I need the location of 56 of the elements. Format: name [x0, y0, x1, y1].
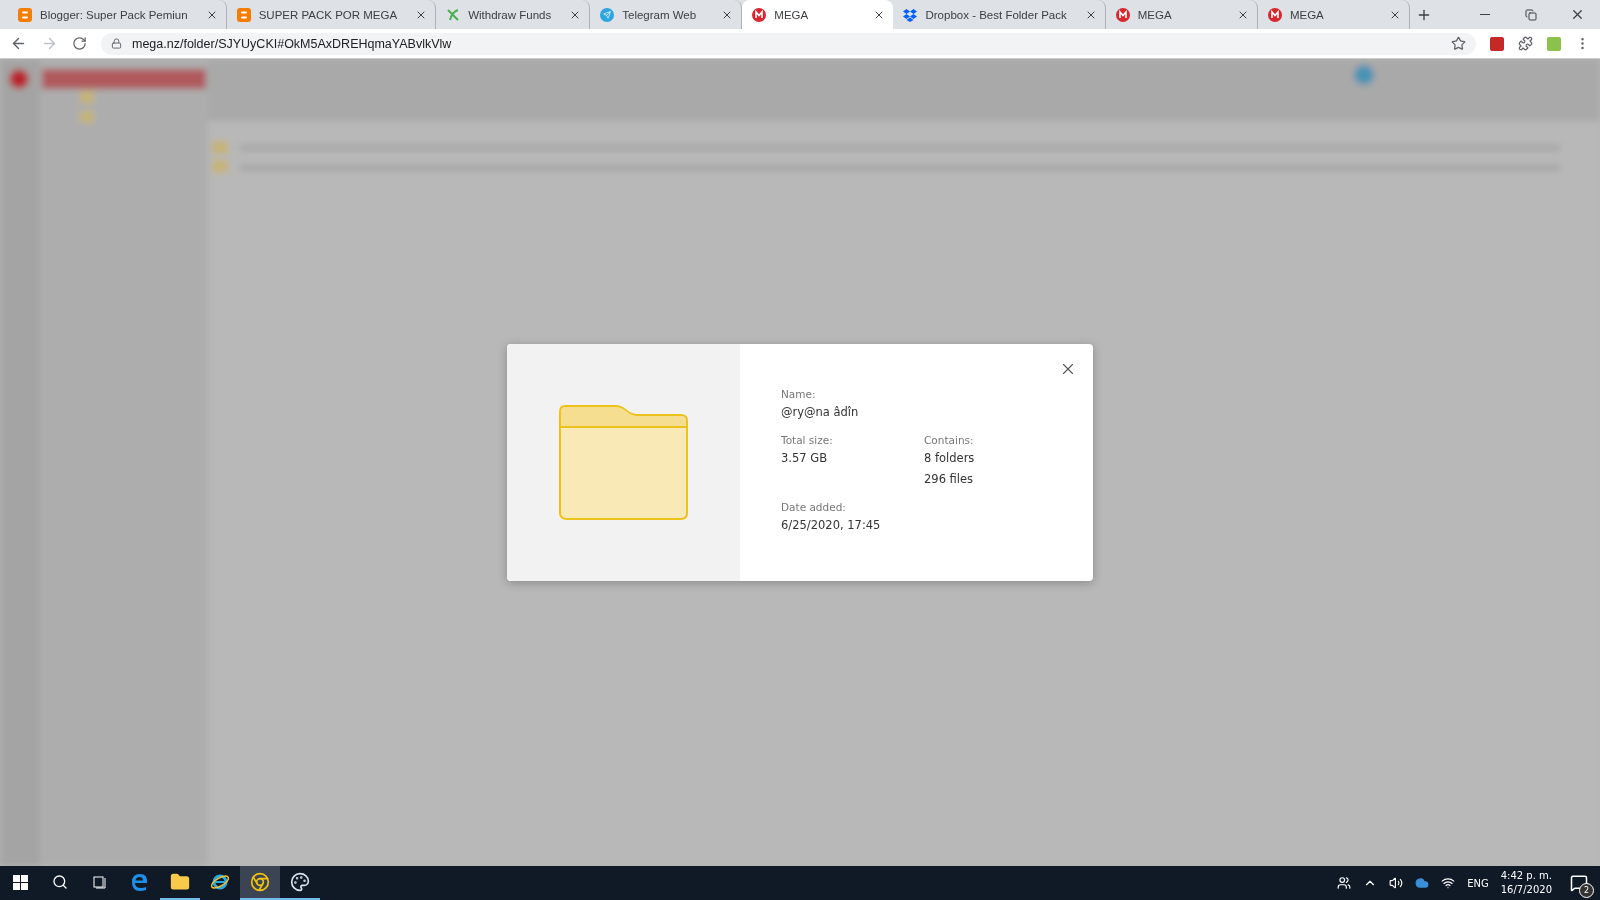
- star-icon[interactable]: [1451, 36, 1466, 51]
- task-view-icon: [92, 874, 108, 890]
- speaker-icon[interactable]: [1389, 876, 1404, 890]
- url-text: mega.nz/folder/SJYUyCKI#OkM5AxDREHqmaYABvlkVlw: [132, 36, 453, 51]
- field-label: Total size:: [781, 434, 834, 446]
- wifi-icon[interactable]: [1441, 876, 1456, 890]
- tab-title: Dropbox - Best Folder Pack: [925, 8, 1068, 21]
- address-bar[interactable]: mega.nz/folder/SJYUyCKI#OkM5AxDREHqmaYABvlkVlw: [101, 32, 1476, 55]
- folder-icon: [170, 872, 190, 892]
- m-circle-icon: [752, 7, 767, 22]
- blog-icon: [18, 7, 32, 22]
- field-label: Name:: [781, 388, 817, 400]
- field-value: @ry@na âdîn: [781, 404, 860, 421]
- m-circle-icon: [1115, 7, 1130, 22]
- lock-icon: [111, 38, 122, 49]
- folder-icon: [558, 405, 689, 520]
- language-indicator[interactable]: ENG: [1467, 877, 1489, 889]
- m-circle-icon: [1267, 7, 1282, 22]
- field-value: 8 folders: [924, 450, 976, 467]
- field-label: Date added:: [781, 501, 847, 513]
- tab-title: Telegram Web: [622, 8, 698, 21]
- field-label: Contains:: [924, 434, 975, 446]
- restore-icon: [1525, 8, 1537, 21]
- back-icon[interactable]: [10, 35, 27, 52]
- tab-title: MEGA: [1289, 8, 1325, 21]
- blog-icon: [236, 7, 251, 22]
- tab-title: MEGA: [774, 8, 810, 21]
- taskbar-button[interactable]: [240, 866, 280, 900]
- notification-icon[interactable]: [1570, 874, 1588, 892]
- reload-icon[interactable]: [72, 36, 87, 51]
- globe-ring-icon: [210, 872, 230, 892]
- chrome-icon: [250, 872, 270, 892]
- cloud-icon[interactable]: [1415, 876, 1430, 890]
- swirl-icon: [130, 872, 150, 892]
- palette-icon: [290, 872, 310, 892]
- time-text: 4:42 p. m.: [1500, 869, 1552, 883]
- date-text: 16/7/2020: [1500, 883, 1552, 897]
- tab-title: Withdraw Funds: [468, 8, 553, 21]
- tab-title: MEGA: [1137, 8, 1173, 21]
- clock[interactable]: 4:42 p. m. 16/7/2020: [1500, 869, 1552, 897]
- tab-title: SUPER PACK POR MEGA: [258, 8, 399, 21]
- windows-logo-icon: [12, 874, 28, 890]
- puzzle-icon[interactable]: [1518, 36, 1533, 51]
- minimize-icon: [1480, 14, 1490, 15]
- extension-icon[interactable]: [1490, 36, 1504, 51]
- paper-plane-icon: [600, 7, 615, 22]
- notification-count: 2: [1579, 883, 1594, 898]
- tab-title: Blogger: Super Pack Pemiun: [40, 8, 189, 21]
- plus-icon: [1416, 7, 1432, 23]
- field-value: 3.57 GB: [781, 450, 829, 467]
- people-icon[interactable]: [1337, 876, 1352, 890]
- box-icon: [903, 7, 918, 22]
- field-value: 6/25/2020, 17:45: [781, 517, 882, 534]
- field-value: 296 files: [924, 471, 975, 488]
- browser-tab[interactable]: MEGA: [742, 0, 894, 29]
- search-icon: [52, 874, 68, 890]
